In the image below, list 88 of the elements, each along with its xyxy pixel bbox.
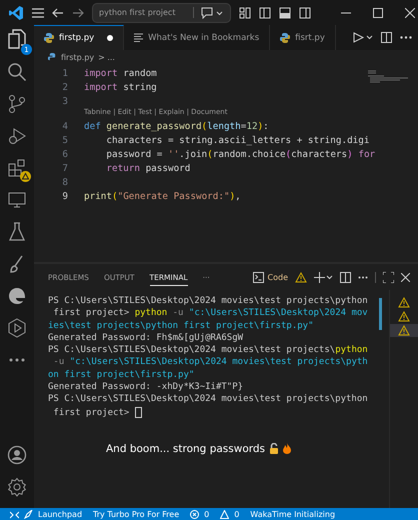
code-line: import random — [84, 68, 157, 78]
terminal-line: first project> python -u "c:\Users\STILES\Desktop\2024 mov — [52, 308, 369, 320]
close-icon[interactable] — [401, 272, 410, 282]
line-number: 2 — [61, 82, 69, 92]
python-file-icon — [48, 52, 57, 62]
line-number: 3 — [61, 96, 69, 106]
terminal-icon — [252, 272, 264, 282]
line-number: 7 — [61, 162, 69, 174]
terminal-line: PS C:\Users\STILES\Desktop\2024 movies\test projects\python — [48, 296, 369, 308]
breadcrumb-more[interactable]: > ... — [98, 52, 115, 62]
menu-icon[interactable] — [32, 8, 44, 18]
terminal-line: on first project\firstp.py" — [48, 370, 196, 382]
line-number: 4 — [61, 120, 69, 132]
code-line: return password — [105, 162, 190, 174]
error-icon — [190, 510, 200, 518]
minimap-drawing — [368, 70, 408, 84]
error-count[interactable]: 0 — [204, 510, 210, 518]
back-arrow-icon[interactable] — [52, 8, 64, 18]
document-lines-icon — [134, 33, 144, 42]
terminal-line: PS C:\Users\STILES\Desktop\2024 movies\test projects\python — [48, 394, 369, 406]
tab-label: What's New in Bookmarks — [148, 32, 260, 42]
warning-icon — [295, 272, 307, 282]
python-file-icon — [280, 32, 290, 42]
more-actions-icon[interactable] — [400, 36, 412, 39]
more-icon[interactable] — [9, 358, 25, 362]
rocket-icon — [24, 510, 33, 518]
fire-icon — [283, 443, 292, 454]
code-line: characters = string.ascii_letters + string.digi — [105, 134, 370, 146]
remote-icon[interactable] — [10, 510, 19, 518]
code-line: import string — [84, 82, 157, 92]
terminal-name[interactable]: Code — [268, 272, 288, 282]
line-number: 6 — [61, 148, 69, 160]
editor-tab[interactable]: firstp.py — [34, 25, 124, 50]
warning-icon — [220, 510, 230, 518]
flask-icon[interactable] — [8, 222, 26, 242]
terminal-line: ies\test projects\python first project\firstp.py" — [48, 320, 315, 333]
panel-toggle-icon[interactable] — [279, 6, 291, 18]
padlock-icon — [269, 443, 280, 454]
account-icon[interactable] — [7, 445, 27, 465]
code-line: password = ''.join(random.choice(characters) for — [105, 148, 376, 160]
terminal-line: Generated Password: -xhDy*K3~Ii#T"P} — [48, 382, 244, 394]
remote-explorer-icon[interactable] — [7, 191, 27, 209]
command-center-search[interactable]: python first project — [92, 2, 231, 22]
line-number: 8 — [61, 176, 69, 188]
code-line: def generate_password(length=12): — [84, 120, 269, 132]
maximize-panel-icon[interactable] — [383, 272, 394, 282]
extensions-icon[interactable] — [7, 158, 27, 178]
line-number: 1 — [61, 68, 69, 78]
tab-label: firstp.py — [59, 33, 94, 43]
add-terminal-icon[interactable] — [314, 272, 333, 282]
warning-icon[interactable] — [398, 325, 410, 336]
python-file-icon — [44, 33, 54, 43]
sidebar-toggle-icon[interactable] — [259, 6, 271, 18]
tab-label: fisrt.py — [295, 32, 325, 42]
turbo-promo-item[interactable]: Try Turbo Pro For Free — [93, 510, 180, 518]
wakatime-status[interactable]: WakaTime Initializing — [250, 510, 336, 518]
more-actions-icon[interactable] — [358, 276, 368, 278]
terminal-line: Generated Password: Fh$m&[gUj@RA6SgW — [48, 332, 244, 345]
close-icon[interactable] — [405, 8, 415, 18]
run-debug-icon[interactable] — [7, 126, 27, 146]
run-icon[interactable] — [353, 32, 373, 43]
warning-badge-icon — [20, 171, 31, 182]
settings-icon[interactable] — [7, 477, 27, 497]
warning-icon[interactable] — [398, 311, 410, 322]
layout-icon[interactable] — [239, 6, 251, 18]
warning-icon[interactable] — [398, 297, 410, 308]
chat-icon[interactable] — [200, 6, 224, 18]
breadcrumb-file[interactable]: firstp.py — [61, 52, 94, 62]
secondary-sidebar-icon[interactable] — [299, 6, 311, 18]
launchpad-item[interactable]: Launchpad — [38, 510, 82, 518]
split-terminal-icon[interactable] — [340, 272, 351, 282]
search-icon[interactable] — [7, 62, 27, 82]
maximize-icon[interactable] — [373, 8, 383, 18]
line-number: 5 — [61, 134, 69, 146]
terminal-line: PS C:\Users\STILES\Desktop\2024 movies\test projects\python — [48, 345, 369, 357]
terminal-line: -u "c:\Users\STILES\Desktop\2024 movies\test projects\pyth — [52, 357, 369, 370]
code-line: print("Generate Password:"), — [84, 190, 241, 202]
browser-logo-icon[interactable] — [7, 286, 27, 306]
caption-text: And boom... strong passwords — [106, 442, 266, 455]
warning-count[interactable]: 0 — [234, 510, 240, 518]
files-icon[interactable] — [7, 29, 27, 51]
hexagon-play-icon[interactable] — [7, 318, 27, 338]
source-control-icon[interactable] — [7, 94, 27, 114]
forward-arrow-icon[interactable] — [72, 8, 84, 18]
line-number: 9 — [61, 190, 69, 202]
split-editor-icon[interactable] — [381, 32, 392, 43]
vscode-logo-icon — [8, 4, 24, 20]
terminal-line: first project> — [48, 406, 379, 419]
